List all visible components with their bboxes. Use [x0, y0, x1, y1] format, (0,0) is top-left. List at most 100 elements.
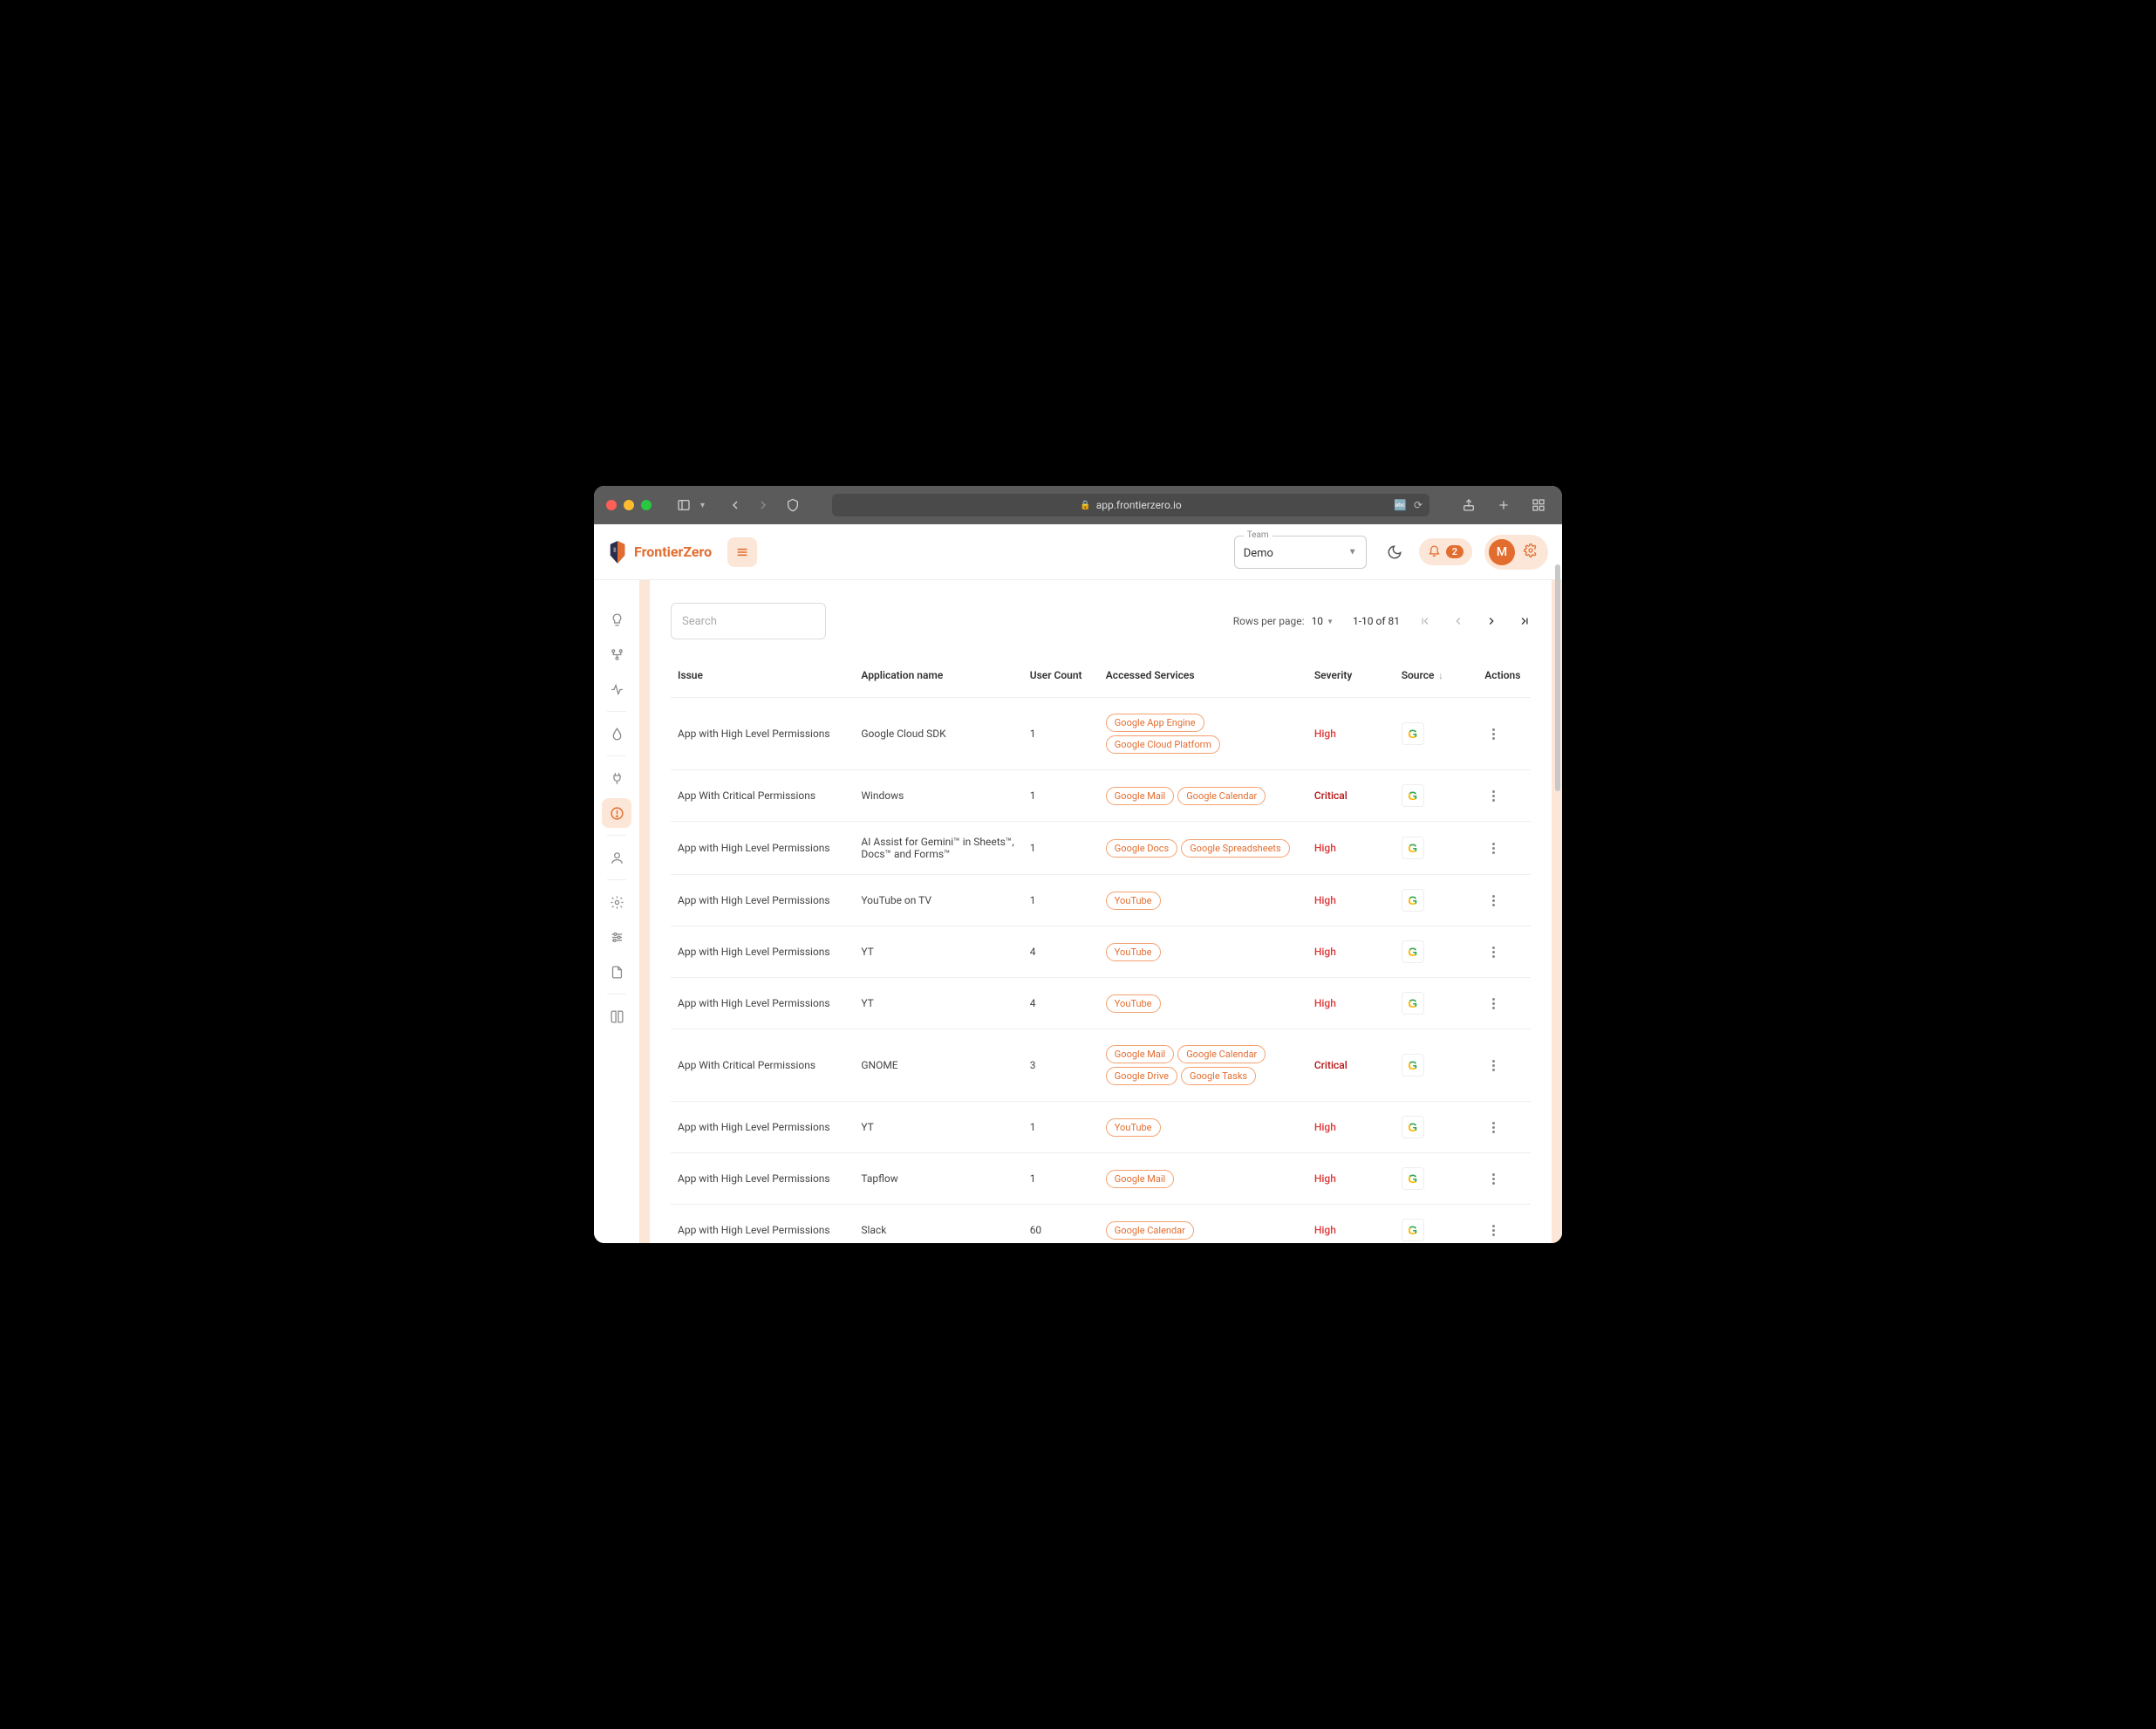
google-icon: G — [1402, 889, 1424, 912]
shield-icon[interactable] — [781, 495, 804, 515]
cell-issue: App with High Level Permissions — [671, 926, 854, 978]
table-row[interactable]: App with High Level PermissionsTapflow1G… — [671, 1153, 1531, 1205]
team-select-value: Demo — [1244, 547, 1357, 560]
page-prev-button[interactable] — [1452, 615, 1464, 627]
new-tab-icon[interactable] — [1492, 495, 1515, 515]
table-row[interactable]: App with High Level PermissionsYT4YouTub… — [671, 926, 1531, 978]
cell-actions — [1477, 1205, 1531, 1244]
row-actions-menu[interactable] — [1484, 1122, 1502, 1133]
service-chip[interactable]: Google Cloud Platform — [1106, 735, 1220, 754]
row-actions-menu[interactable] — [1484, 728, 1502, 740]
tabs-overview-icon[interactable] — [1527, 495, 1550, 515]
service-chip[interactable]: Google Drive — [1106, 1067, 1177, 1085]
search-input[interactable]: Search — [671, 603, 826, 639]
table-row[interactable]: App with High Level PermissionsAI Assist… — [671, 822, 1531, 875]
dark-mode-toggle[interactable] — [1386, 543, 1403, 561]
google-icon: G — [1402, 1116, 1424, 1138]
table-row[interactable]: App With Critical PermissionsWindows1Goo… — [671, 770, 1531, 822]
sidebar-item-filters[interactable] — [602, 922, 631, 952]
share-icon[interactable] — [1457, 495, 1480, 515]
service-chip[interactable]: Google Tasks — [1181, 1067, 1256, 1085]
rows-per-page-select[interactable]: 10 ▼ — [1312, 615, 1334, 627]
column-header-severity[interactable]: Severity — [1307, 657, 1395, 698]
cell-severity: High — [1307, 1153, 1395, 1205]
service-chip[interactable]: Google Calendar — [1106, 1221, 1194, 1240]
sidebar-item-network[interactable] — [602, 639, 631, 669]
row-actions-menu[interactable] — [1484, 843, 1502, 854]
table-row[interactable]: App with High Level PermissionsGoogle Cl… — [671, 698, 1531, 770]
reload-icon[interactable]: ⟳ — [1414, 499, 1423, 511]
column-header-source[interactable]: Source ↓ — [1395, 657, 1478, 698]
minimize-window-button[interactable] — [624, 500, 634, 510]
service-chip[interactable]: Google App Engine — [1106, 714, 1204, 732]
row-actions-menu[interactable] — [1484, 1060, 1502, 1071]
column-header-user-count[interactable]: User Count — [1023, 657, 1099, 698]
sidebar-item-activity[interactable] — [602, 674, 631, 704]
sidebar-item-plug[interactable] — [602, 763, 631, 793]
service-chip[interactable]: YouTube — [1106, 943, 1161, 961]
sidebar-toggle-icon[interactable] — [672, 495, 695, 515]
translate-icon[interactable]: 🔤 — [1394, 499, 1407, 511]
table-row[interactable]: App With Critical PermissionsGNOME3Googl… — [671, 1029, 1531, 1102]
row-actions-menu[interactable] — [1484, 998, 1502, 1009]
maximize-window-button[interactable] — [641, 500, 652, 510]
cell-application: Google Cloud SDK — [854, 698, 1022, 770]
service-chip[interactable]: Google Mail — [1106, 787, 1174, 805]
sidebar-item-insights[interactable] — [602, 605, 631, 634]
cell-application: YouTube on TV — [854, 875, 1022, 926]
user-menu[interactable]: M — [1484, 535, 1548, 570]
table-row[interactable]: App with High Level PermissionsYT4YouTub… — [671, 978, 1531, 1029]
service-chip[interactable]: YouTube — [1106, 892, 1161, 910]
service-chip[interactable]: Google Mail — [1106, 1170, 1174, 1188]
row-actions-menu[interactable] — [1484, 1173, 1502, 1185]
row-actions-menu[interactable] — [1484, 947, 1502, 958]
service-chip[interactable]: Google Calendar — [1177, 1045, 1266, 1063]
column-header-application[interactable]: Application name — [854, 657, 1022, 698]
cell-issue: App with High Level Permissions — [671, 822, 854, 875]
sidebar-item-settings[interactable] — [602, 887, 631, 917]
brand[interactable]: FrontierZero — [608, 541, 712, 564]
cell-issue: App with High Level Permissions — [671, 875, 854, 926]
cell-application: Tapflow — [854, 1153, 1022, 1205]
row-actions-menu[interactable] — [1484, 895, 1502, 906]
team-select-label: Team — [1244, 530, 1272, 540]
service-chip[interactable]: YouTube — [1106, 994, 1161, 1013]
row-actions-menu[interactable] — [1484, 1225, 1502, 1236]
sidebar-item-reports[interactable] — [602, 957, 631, 987]
page-last-button[interactable] — [1518, 615, 1531, 627]
page-first-button[interactable] — [1419, 615, 1431, 627]
sidebar-item-docs[interactable] — [602, 1001, 631, 1031]
notifications-button[interactable]: 2 — [1419, 538, 1472, 565]
dropdown-caret-icon: ▼ — [1348, 547, 1357, 557]
main-content: Search Rows per page: 10 ▼ 1-10 of 81 — [650, 580, 1552, 1243]
team-select[interactable]: Team Demo ▼ — [1234, 536, 1367, 569]
lock-icon: 🔒 — [1080, 501, 1090, 510]
page-next-button[interactable] — [1485, 615, 1498, 627]
sidebar-item-issues[interactable] — [602, 798, 631, 828]
nav-forward-button[interactable] — [752, 495, 774, 515]
nav-back-button[interactable] — [724, 495, 747, 515]
close-window-button[interactable] — [606, 500, 617, 510]
sidebar-item-drop[interactable] — [602, 719, 631, 748]
menu-toggle-button[interactable] — [727, 537, 757, 567]
cell-severity: High — [1307, 926, 1395, 978]
column-header-issue[interactable]: Issue — [671, 657, 854, 698]
row-actions-menu[interactable] — [1484, 790, 1502, 802]
sidebar-dropdown-icon[interactable]: ▾ — [700, 501, 705, 510]
table-row[interactable]: App with High Level PermissionsSlack60Go… — [671, 1205, 1531, 1244]
service-chip[interactable]: Google Spreadsheets — [1181, 839, 1289, 858]
cell-user-count: 1 — [1023, 698, 1099, 770]
service-chip[interactable]: Google Docs — [1106, 839, 1177, 858]
scrollbar-thumb[interactable] — [1555, 564, 1560, 791]
cell-source: G — [1395, 698, 1478, 770]
column-header-services[interactable]: Accessed Services — [1099, 657, 1307, 698]
service-chip[interactable]: Google Mail — [1106, 1045, 1174, 1063]
service-chip[interactable]: YouTube — [1106, 1118, 1161, 1137]
service-chip[interactable]: Google Calendar — [1177, 787, 1266, 805]
cell-actions — [1477, 1102, 1531, 1153]
table-row[interactable]: App with High Level PermissionsYouTube o… — [671, 875, 1531, 926]
cell-application: Windows — [854, 770, 1022, 822]
table-row[interactable]: App with High Level PermissionsYT1YouTub… — [671, 1102, 1531, 1153]
url-bar[interactable]: 🔒 app.frontierzero.io 🔤 ⟳ — [832, 494, 1429, 516]
sidebar-item-users[interactable] — [602, 843, 631, 872]
